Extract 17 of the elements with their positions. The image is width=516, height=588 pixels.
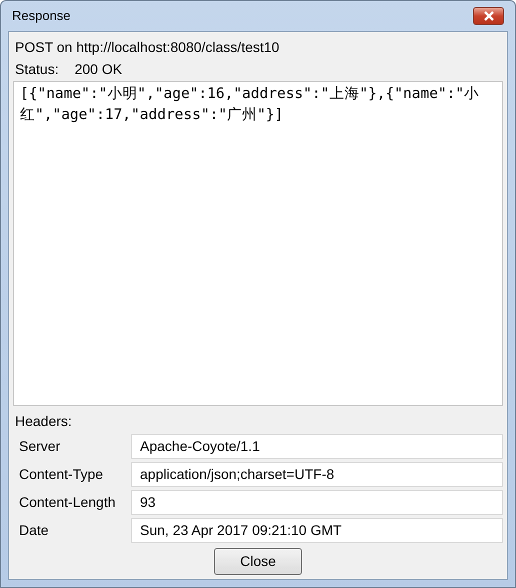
close-button[interactable] xyxy=(473,7,504,25)
headers-label: Headers: xyxy=(14,412,73,431)
header-value-field[interactable]: Apache-Coyote/1.1 xyxy=(131,434,503,458)
header-name: Date xyxy=(19,520,50,540)
response-body: [{"name":"小明","age":16,"address":"上海"},{"name":"小红","age":17,"address":"广州"}] xyxy=(13,81,503,406)
status-value: 200 OK xyxy=(74,60,122,79)
request-line: POST on http://localhost:8080/class/test10 xyxy=(14,38,280,57)
header-value-field[interactable]: Sun, 23 Apr 2017 09:21:10 GMT xyxy=(131,518,503,542)
close-dialog-button[interactable]: Close xyxy=(214,548,302,575)
header-name: Content-Length xyxy=(19,492,117,512)
header-value-field[interactable]: 93 xyxy=(131,490,503,514)
window-title: Response xyxy=(12,7,71,26)
close-icon xyxy=(482,11,494,21)
header-name: Content-Type xyxy=(19,464,104,484)
status-label: Status: xyxy=(15,60,59,79)
header-name: Server xyxy=(19,436,62,456)
header-value-field[interactable]: application/json;charset=UTF-8 xyxy=(131,462,503,486)
